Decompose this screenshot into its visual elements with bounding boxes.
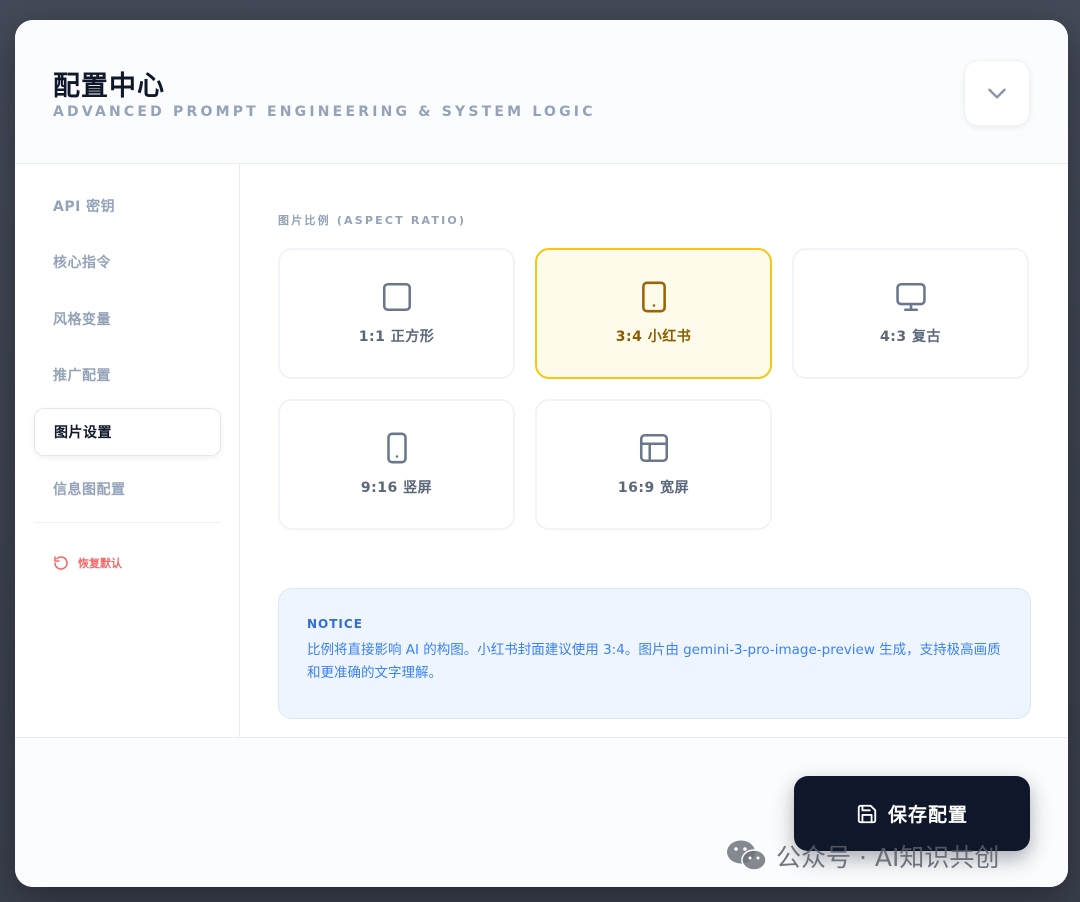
sidebar-item-label: 图片设置: [54, 425, 112, 441]
notice-body: 比例将直接影响 AI 的构图。小红书封面建议使用 3:4。图片由 gemini-…: [307, 642, 1001, 681]
ratio-option-label: 9:16 竖屏: [360, 480, 433, 496]
sidebar-item-label: 信息图配置: [53, 482, 126, 498]
sidebar-divider: [34, 522, 221, 523]
save-icon: [857, 804, 877, 823]
sidebar-item-core-instructions[interactable]: 核心指令: [34, 238, 221, 286]
sidebar-item-label: 核心指令: [53, 255, 111, 271]
wechat-icon: [727, 840, 767, 871]
main-content: 图片比例 (ASPECT RATIO) 1:1 正方形 3:4 小红书 4:3 …: [241, 164, 1068, 737]
page-subtitle: ADVANCED PROMPT ENGINEERING & SYSTEM LOG…: [53, 104, 596, 120]
phone-icon: [380, 431, 414, 465]
layout-icon: [637, 431, 671, 465]
sidebar-item-infographic[interactable]: 信息图配置: [34, 465, 221, 513]
ratio-option-9-16[interactable]: 9:16 竖屏: [278, 399, 515, 530]
dialog-header: 配置中心 ADVANCED PROMPT ENGINEERING & SYSTE…: [15, 20, 1068, 164]
page-title: 配置中心: [53, 71, 165, 102]
ratio-option-label: 16:9 宽屏: [617, 480, 690, 496]
notice-title: NOTICE: [307, 617, 363, 631]
settings-dialog: 配置中心 ADVANCED PROMPT ENGINEERING & SYSTE…: [15, 20, 1068, 887]
watermark-text: 公众号 · AI知识共创: [776, 843, 1000, 872]
watermark: 公众号 · AI知识共创: [726, 838, 999, 874]
collapse-button[interactable]: [964, 60, 1030, 126]
chevron-down-icon: [988, 88, 1006, 99]
sidebar-item-image-settings[interactable]: 图片设置: [34, 408, 221, 456]
ratio-option-16-9[interactable]: 16:9 宽屏: [535, 399, 772, 530]
ratio-option-3-4[interactable]: 3:4 小红书: [535, 248, 772, 379]
ratio-option-label: 1:1 正方形: [358, 329, 435, 345]
ratio-option-label: 4:3 复古: [880, 329, 941, 345]
reset-defaults-label: 恢复默认: [78, 557, 122, 570]
tablet-icon: [637, 280, 671, 314]
sidebar-item-label: 风格变量: [53, 312, 111, 328]
sidebar-item-label: 推广配置: [53, 368, 111, 384]
sidebar-item-style-variables[interactable]: 风格变量: [34, 295, 221, 343]
ratio-option-label: 3:4 小红书: [615, 329, 692, 345]
square-icon: [380, 280, 414, 314]
save-config-label: 保存配置: [887, 804, 968, 826]
sidebar-item-promotion[interactable]: 推广配置: [34, 351, 221, 399]
aspect-ratio-heading: 图片比例 (ASPECT RATIO): [278, 214, 467, 227]
reset-defaults-button[interactable]: 恢复默认: [53, 555, 122, 571]
ratio-option-4-3[interactable]: 4:3 复古: [792, 248, 1029, 379]
sidebar-item-api-key[interactable]: API 密钥: [34, 182, 221, 230]
rotate-ccw-icon: [54, 556, 68, 570]
sidebar-item-label: API 密钥: [53, 199, 116, 215]
notice-box: NOTICE 比例将直接影响 AI 的构图。小红书封面建议使用 3:4。图片由 …: [278, 588, 1031, 719]
sidebar: API 密钥 核心指令 风格变量 推广配置 图片设置 信息图配置 恢复默认: [15, 164, 240, 737]
monitor-icon: [894, 280, 928, 314]
ratio-option-1-1[interactable]: 1:1 正方形: [278, 248, 515, 379]
